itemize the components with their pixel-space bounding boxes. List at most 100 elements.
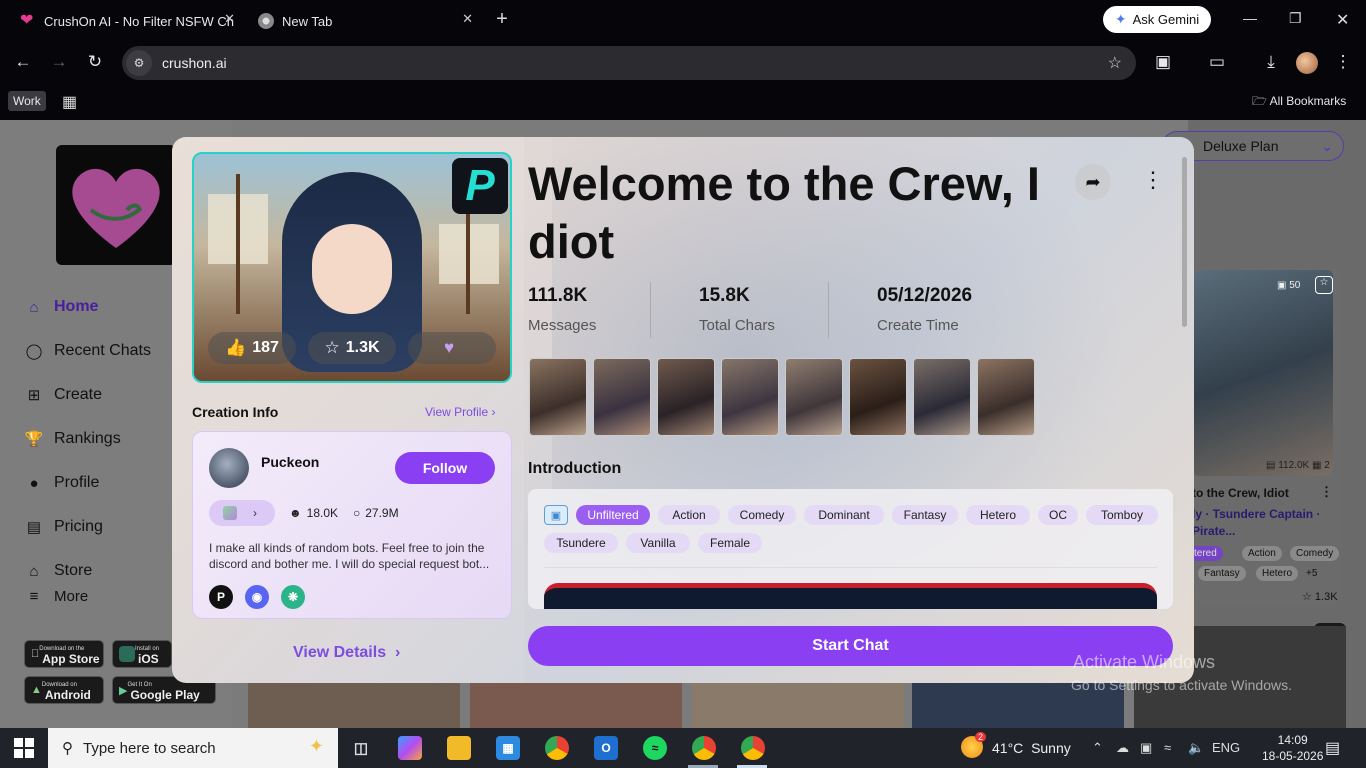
creator-name[interactable]: Puckeon xyxy=(261,454,319,470)
view-profile-link[interactable]: View Profile › xyxy=(425,405,495,419)
tag-hetero[interactable]: Hetero xyxy=(966,505,1030,525)
crushon-logo[interactable] xyxy=(56,145,176,265)
tag-vanilla[interactable]: Vanilla xyxy=(626,533,690,553)
bookmark-star-icon[interactable]: ☆ xyxy=(1108,53,1122,73)
gallery-thumbnail[interactable] xyxy=(529,358,587,436)
tag-dominant[interactable]: Dominant xyxy=(804,505,884,525)
view-details-link[interactable]: View Details › xyxy=(293,644,400,662)
tag-comedy[interactable]: Comedy xyxy=(728,505,796,525)
creator-followers: ☻ 18.0K xyxy=(289,506,343,520)
restore-icon[interactable]: ❐ xyxy=(1289,10,1302,27)
card-more-icon[interactable]: ⋮ xyxy=(1320,484,1333,500)
gallery-thumbnail[interactable] xyxy=(785,358,843,436)
notification-icon[interactable]: ▤ xyxy=(1325,738,1340,758)
windows-start-icon[interactable] xyxy=(14,738,34,758)
gallery-thumbnail[interactable] xyxy=(849,358,907,436)
nav-store[interactable]: ⌂ Store xyxy=(24,562,92,580)
network-drive-icon[interactable]: ☁ xyxy=(1116,740,1129,756)
like-button[interactable]: 👍 187 xyxy=(208,332,296,364)
nav-home[interactable]: ⌂ Home xyxy=(24,298,98,316)
nav-rankings[interactable]: 🏆 Rankings xyxy=(24,430,121,448)
device-icon[interactable]: ▣ xyxy=(1140,740,1152,756)
tag-tsundere[interactable]: Tsundere xyxy=(544,533,618,553)
chevron-up-icon[interactable]: ⌃ xyxy=(1092,740,1103,756)
more-options-icon[interactable]: ⋮ xyxy=(1142,167,1164,193)
taskbar-search[interactable]: ⚲ Type here to search ✦ xyxy=(48,728,338,768)
creator-avatar[interactable] xyxy=(209,448,249,488)
weather-widget[interactable]: 41°C Sunny xyxy=(992,740,1071,756)
gallery-thumbnail[interactable] xyxy=(657,358,715,436)
gallery-thumbnail[interactable] xyxy=(721,358,779,436)
minimize-icon[interactable]: — xyxy=(1243,10,1257,26)
volume-icon[interactable]: 🔈 xyxy=(1188,740,1204,756)
share-button[interactable]: ➦ xyxy=(1075,164,1111,200)
back-icon[interactable]: ← xyxy=(12,52,34,72)
workspace-chip[interactable]: Work xyxy=(8,91,46,111)
modal-scrollbar[interactable] xyxy=(1182,157,1187,327)
spotify-icon[interactable]: ≈ xyxy=(643,736,667,760)
ask-gemini-button[interactable]: ✦ Ask Gemini xyxy=(1103,6,1211,33)
gallery-thumbnail[interactable] xyxy=(593,358,651,436)
android-badge[interactable]: ▲ Download on Android xyxy=(24,676,104,704)
tab-crushon[interactable]: ❤ CrushOn AI - No Filter NSFW Ch ✕ xyxy=(20,8,235,34)
site-info-icon[interactable]: ⚙ xyxy=(126,50,152,76)
task-view-icon[interactable]: ◫ xyxy=(349,736,373,760)
creator-badge-pill[interactable]: › xyxy=(209,500,275,526)
forward-icon[interactable]: → xyxy=(48,52,70,72)
gift-button[interactable]: ♥ xyxy=(408,332,496,364)
copilot-icon[interactable] xyxy=(398,736,422,760)
extensions-icon[interactable]: ▣ xyxy=(1152,52,1174,72)
all-bookmarks[interactable]: 🗁 All Bookmarks xyxy=(1252,92,1346,113)
thumbnail[interactable] xyxy=(470,680,682,728)
tab-new-tab[interactable]: New Tab ✕ xyxy=(258,8,473,34)
gallery-thumbnail[interactable] xyxy=(913,358,971,436)
character-image[interactable]: P 👍 187 ☆ 1.3K ♥ xyxy=(192,152,512,383)
character-card[interactable]: ▣ 50 ☆ ▤ 112.0K ▦ 2 to the Crew, Idiot ⋮… xyxy=(1188,268,1342,606)
profile-avatar[interactable] xyxy=(1296,52,1318,74)
nav-more[interactable]: ≡ More xyxy=(24,588,89,605)
url-text[interactable]: crushon.ai xyxy=(162,55,227,71)
weather-sun-icon[interactable]: 2 xyxy=(961,732,987,758)
linktree-icon[interactable]: ❋ xyxy=(281,585,305,609)
language-indicator[interactable]: ENG xyxy=(1212,740,1240,755)
chrome-icon[interactable] xyxy=(545,736,569,760)
favorite-star-icon[interactable]: ☆ xyxy=(1315,276,1333,294)
taskbar-clock[interactable]: 14:09 18-05-2026 xyxy=(1262,732,1323,764)
chrome-active-icon[interactable] xyxy=(741,736,765,760)
patreon-icon[interactable]: P xyxy=(209,585,233,609)
tag-female[interactable]: Female xyxy=(698,533,762,553)
tag-unfiltered[interactable]: Unfiltered xyxy=(576,505,650,525)
chrome-menu-icon[interactable]: ⋮ xyxy=(1332,52,1354,72)
new-tab-button[interactable]: + xyxy=(492,8,512,31)
ios-badge[interactable]: Install on iOS xyxy=(112,640,172,668)
download-icon[interactable]: ⤓ xyxy=(1260,52,1282,72)
ms-store-icon[interactable]: ▦ xyxy=(496,736,520,760)
cast-icon[interactable]: ▭ xyxy=(1206,52,1228,72)
tag-oc[interactable]: OC xyxy=(1038,505,1078,525)
tag-action[interactable]: Action xyxy=(658,505,720,525)
gallery-thumbnail[interactable] xyxy=(977,358,1035,436)
address-bar[interactable]: ⚙ crushon.ai ☆ xyxy=(122,46,1136,80)
thumbnail[interactable] xyxy=(248,680,460,728)
favorite-button[interactable]: ☆ 1.3K xyxy=(308,332,396,364)
close-tab-icon[interactable]: ✕ xyxy=(224,11,235,27)
file-explorer-icon[interactable] xyxy=(447,736,471,760)
appstore-badge[interactable]:  Download on theApp Store xyxy=(24,640,104,668)
reload-icon[interactable]: ↻ xyxy=(84,52,106,72)
discord-icon[interactable]: ◉ xyxy=(245,585,269,609)
wifi-icon[interactable]: ≈ xyxy=(1164,740,1171,755)
apps-grid-icon[interactable]: ▦ xyxy=(62,92,77,112)
nav-recent-chats[interactable]: ◯ Recent Chats xyxy=(24,342,151,360)
nav-create[interactable]: ⊞ Create xyxy=(24,386,102,404)
follow-button[interactable]: Follow xyxy=(395,452,495,484)
outlook-icon[interactable]: O xyxy=(594,736,618,760)
nav-profile[interactable]: ● Profile xyxy=(24,474,99,492)
thumbnail[interactable] xyxy=(692,680,904,728)
image-tag-icon[interactable]: ▣ xyxy=(544,505,568,525)
nav-pricing[interactable]: ▤ Pricing xyxy=(24,518,103,536)
close-window-icon[interactable]: ✕ xyxy=(1336,10,1349,30)
tag-tomboy[interactable]: Tomboy xyxy=(1086,505,1158,525)
close-tab-icon[interactable]: ✕ xyxy=(462,11,473,27)
tag-fantasy[interactable]: Fantasy xyxy=(892,505,958,525)
chrome-profile-icon[interactable] xyxy=(692,736,716,760)
